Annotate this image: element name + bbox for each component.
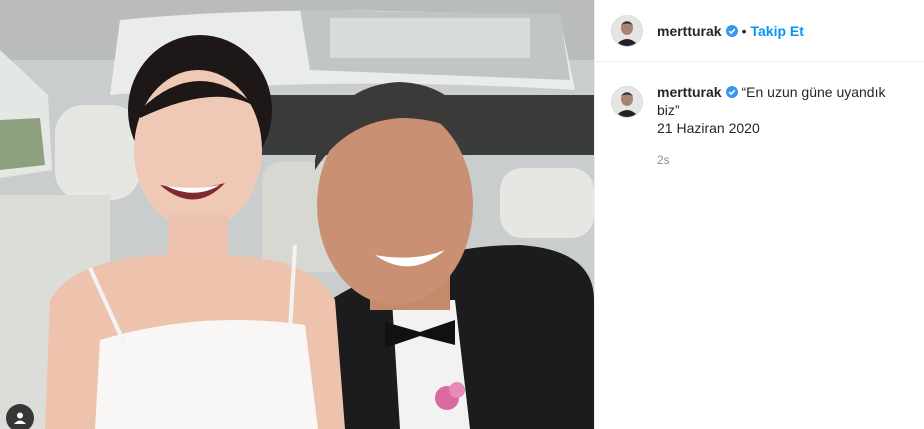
caption: mertturak “En uzun güne uyandık biz” 21 …	[595, 62, 924, 137]
post-header: mertturak • Takip Et	[595, 0, 924, 62]
separator-dot: •	[741, 22, 747, 39]
verified-badge-icon	[725, 24, 738, 37]
follow-button[interactable]: Takip Et	[751, 23, 804, 39]
profile-photo-icon	[612, 87, 642, 117]
verified-badge-icon	[725, 86, 738, 98]
caption-username[interactable]: mertturak	[657, 84, 722, 100]
profile-photo-icon	[612, 15, 642, 46]
wedding-selfie-image	[0, 0, 594, 429]
header-username[interactable]: mertturak	[657, 23, 722, 39]
post-sidebar: mertturak • Takip Et mertturak “En uzun …	[594, 0, 924, 429]
avatar[interactable]	[611, 14, 643, 47]
user-tag-button[interactable]	[6, 404, 34, 429]
user-tag-icon	[14, 412, 26, 424]
post-time[interactable]: 2s	[657, 153, 924, 167]
caption-line-2: 21 Haziran 2020	[657, 120, 760, 136]
caption-avatar[interactable]	[611, 86, 643, 118]
post-photo[interactable]	[0, 0, 594, 429]
caption-text: mertturak “En uzun güne uyandık biz” 21 …	[657, 83, 907, 137]
